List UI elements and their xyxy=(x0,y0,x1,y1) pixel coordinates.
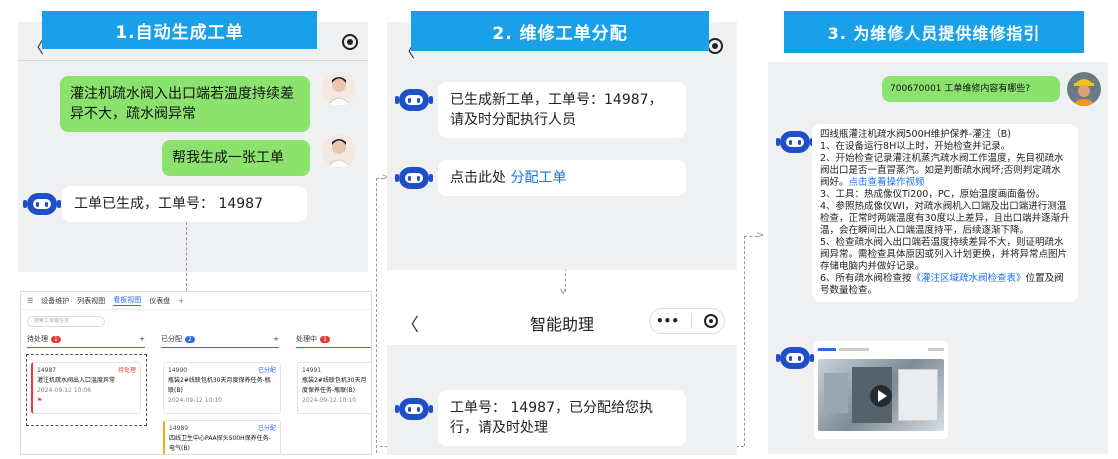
column-title: 已分配 xyxy=(161,335,182,343)
ticket-title: 四线卫生中心PAA探头500H保养任务-电气(B) xyxy=(169,435,271,452)
guide-line: 3、工具：热成像仪Ti200，PC，原始温度画面备份。 xyxy=(820,189,1046,200)
bot-avatar-icon xyxy=(776,347,814,369)
ticket-card[interactable]: 14990 已分配 瓶装2#线联包机30天月度保养任务-瓶联(B) 2024-09… xyxy=(163,362,281,414)
user-avatar xyxy=(322,134,356,168)
worker-avatar xyxy=(1067,72,1101,106)
arrow-icon: > xyxy=(756,230,765,241)
mini-program-capsule: ••• xyxy=(649,308,725,334)
connector-line xyxy=(744,236,745,446)
bot-message-assign: 点击此处 分配工单 xyxy=(438,160,686,196)
ticket-date: 2024-09-12 10:10 xyxy=(302,397,357,404)
ticket-title: 瓶装2#线联包机30天月度保养任务-瓶联(B) xyxy=(302,377,367,394)
user-message-2: 帮我生成一张工单 xyxy=(162,140,310,176)
search-input[interactable]: 搜索工单或任务 xyxy=(27,316,105,327)
guide-line: 4、参照热成像仪WI，对疏水阀机入口端及出口端进行测温检查，正常时两端温度有30… xyxy=(820,201,1070,236)
banner-step-1: 1.自动生成工单 xyxy=(42,11,317,49)
bot-message-ticket-created: 工单已生成，工单号： 14987 xyxy=(62,186,307,222)
assign-ticket-link[interactable]: 分配工单 xyxy=(510,170,566,186)
checklist-link[interactable]: 《灌注区域疏水阀检查表》 xyxy=(912,273,1026,284)
add-icon[interactable]: + xyxy=(273,335,279,343)
guide-line: 5、检查疏水阀入出口端若温度持续差异不大，则证明疏水阀异常。需检查具体原因或列入… xyxy=(820,237,1068,272)
guide-line: 2、开始检查记录灌注机蒸汽疏水阀工作温度，先目视疏水阀出口是否一直冒蒸汽。如是判… xyxy=(820,153,1064,188)
ticket-id: 14990 xyxy=(168,367,188,374)
ticket-card[interactable]: 14989 已分配 四线卫生中心PAA探头500H保养任务-电气(B) xyxy=(163,420,281,454)
bot-avatar-icon xyxy=(395,89,433,111)
bot-avatar-icon xyxy=(776,131,814,153)
ticket-date: 2024-09-12 10:10 xyxy=(168,397,223,404)
video-message[interactable] xyxy=(814,341,948,439)
ticket-id: 14989 xyxy=(169,425,189,432)
user-message-query: 700670001 工单维修内容有哪些? xyxy=(882,76,1060,102)
count-badge: 1 xyxy=(320,335,330,343)
assign-prompt-text: 点击此处 xyxy=(450,170,506,186)
bot-message-guide: 四线瓶灌注机疏水阀500H维护保养-灌注（B) 1、在设备运行8H以上时，开始检… xyxy=(812,124,1078,302)
bot-message-assigned: 工单号： 14987，已分配给您执行，请及时处理 xyxy=(438,390,686,446)
ticket-card[interactable]: 14991 瓶装2#线联包机30天月度保养任务-瓶联(B) 2024-09-12… xyxy=(297,362,371,414)
status-badge: 已分配 xyxy=(257,367,276,374)
count-badge: 2 xyxy=(185,335,195,343)
record-icon[interactable] xyxy=(707,38,723,54)
bot-message-new-ticket: 已生成新工单，工单号：14987，请及时分配执行人员 xyxy=(438,82,686,138)
column-title: 处理中 xyxy=(296,335,317,343)
connector-line xyxy=(376,178,377,453)
close-capsule-icon[interactable] xyxy=(703,314,718,328)
status-badge: 已分配 xyxy=(257,425,276,432)
column-title: 待处理 xyxy=(27,335,48,343)
tab-equipment[interactable]: 设备维护 xyxy=(41,296,69,306)
highlight-box xyxy=(26,354,147,426)
ticket-id: 14991 xyxy=(302,367,322,374)
ticket-title: 瓶装2#线联包机30天月度保养任务-瓶联(B) xyxy=(168,377,271,394)
record-icon[interactable] xyxy=(342,34,358,50)
list-icon: ☰ xyxy=(27,296,34,305)
add-icon[interactable]: + xyxy=(139,335,145,343)
user-avatar xyxy=(322,72,356,106)
bot-avatar-icon xyxy=(395,398,433,420)
guide-line: 1、在设备运行8H以上时，开始检查并记录。 xyxy=(820,141,1011,152)
tab-dashboard[interactable]: 仪表盘 xyxy=(149,296,170,306)
play-icon[interactable] xyxy=(870,385,892,407)
chat-panel-2: 〈 xyxy=(387,22,737,270)
bot-avatar-icon xyxy=(395,167,433,189)
user-message-1: 灌注机疏水阀入出口端若温度持续差异不大，疏水阀异常 xyxy=(60,76,310,132)
arrow-down-icon: v xyxy=(560,286,566,297)
tab-board-view[interactable]: 看板视图 xyxy=(113,295,142,306)
guide-line: 6、所有疏水阀检查按《灌注区域疏水阀检查表》位置及阀号数量检查。 xyxy=(820,273,1064,296)
bot-avatar-icon xyxy=(23,193,61,215)
add-tab-icon[interactable]: + xyxy=(178,297,184,305)
more-icon[interactable]: ••• xyxy=(656,314,679,328)
banner-step-3: 3. 为维修人员提供维修指引 xyxy=(784,11,1084,53)
guide-line: 四线瓶灌注机疏水阀500H维护保养-灌注（B) xyxy=(820,129,1011,140)
video-thumbnail[interactable] xyxy=(818,359,944,431)
banner-step-2: 2. 维修工单分配 xyxy=(411,11,709,51)
tab-list-view[interactable]: 列表视图 xyxy=(77,296,105,306)
count-badge: 1 xyxy=(51,335,61,343)
video-link[interactable]: 点击查看操作视频 xyxy=(849,177,925,188)
